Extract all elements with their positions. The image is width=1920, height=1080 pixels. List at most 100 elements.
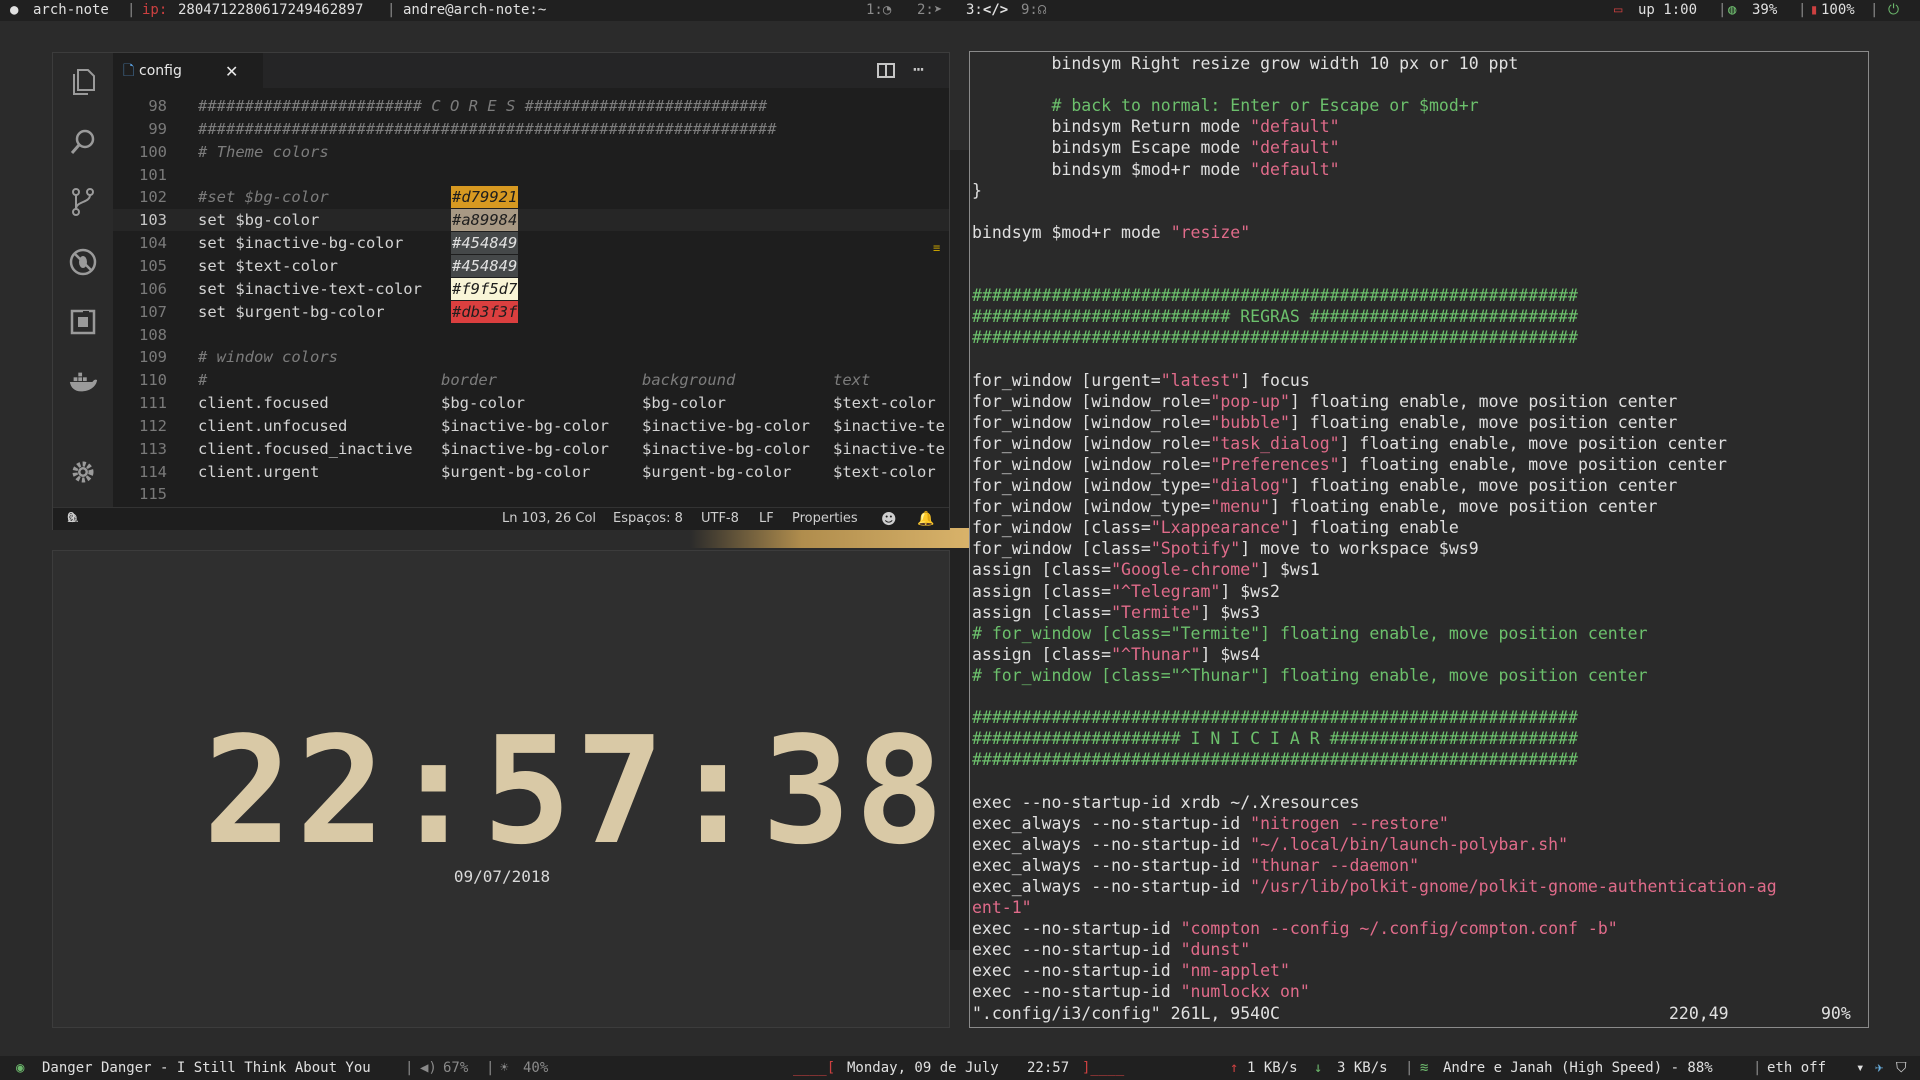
vim-terminal[interactable]: bindsym Right resize grow width 10 px or… [969, 51, 1869, 1028]
vim-token: "Spotify" [1150, 539, 1241, 559]
brightness-icon: ☀ [500, 1060, 509, 1076]
settings-gear-icon[interactable] [68, 457, 98, 487]
now-playing[interactable]: Danger Danger - I Still Think About You [42, 1056, 371, 1080]
vim-line: assign [class="Termite"] $ws3 [972, 602, 1260, 623]
vim-token: "dialog" [1210, 476, 1290, 495]
color-swatch: #a89984 [451, 209, 519, 232]
ip-value: 2804712280617249462897 [178, 2, 364, 18]
color-swatch: #454849 [451, 254, 519, 277]
vim-line: ########################## REGRAS ######… [972, 306, 1578, 327]
tray-telegram-icon[interactable]: ✈ [1875, 1056, 1883, 1080]
cpu-usage: 39% [1752, 2, 1778, 18]
line-number: 101 [139, 165, 167, 184]
source-control-icon[interactable] [68, 187, 98, 217]
vim-token: for_window [window_type= [972, 476, 1211, 495]
power-icon[interactable]: ⏻ [1888, 0, 1899, 21]
vim-token: ########################## REGRAS ######… [972, 307, 1578, 327]
vim-token: ] floating enable, move position center [1339, 433, 1727, 453]
chrome-icon: ◔ [882, 2, 892, 18]
vim-line: # for_window [class="^Thunar"] floating … [972, 665, 1648, 686]
vim-line: for_window [urgent="latest"] focus [972, 370, 1310, 391]
vim-token: exec_always --no-startup-id [972, 834, 1251, 854]
clock-time: 22:57:38 [203, 705, 948, 877]
vim-line: for_window [window_role="bubble"] floati… [972, 412, 1677, 433]
workspace-2[interactable]: 2:➤ [917, 0, 942, 21]
language-mode[interactable]: Properties [792, 508, 858, 530]
workspace-9[interactable]: 9:☊ [1021, 0, 1046, 21]
line-number: 113 [139, 439, 167, 458]
code-line: 100 # Theme colors [113, 141, 949, 163]
tray-shield-icon[interactable]: ⛉ [1896, 1056, 1907, 1080]
scroll-marker: ≡ [933, 241, 941, 255]
clock-date: 09/07/2018 [453, 867, 551, 886]
docker-icon[interactable] [68, 367, 98, 397]
ip-label: ip: [142, 2, 168, 18]
code-text: # Theme colors [198, 142, 329, 161]
split-editor-icon[interactable] [877, 63, 895, 78]
vim-token: # for_window [class="^Thunar"] floating … [972, 665, 1648, 685]
divider: | [1870, 2, 1879, 18]
workspace-1[interactable]: 1:◔ [866, 0, 891, 21]
line-ending[interactable]: LF [759, 508, 774, 530]
wifi-network[interactable]: Andre e Janah (High Speed) - 88% [1443, 1056, 1713, 1080]
encoding[interactable]: UTF-8 [701, 508, 739, 530]
line-number: 110 [139, 371, 167, 390]
download-speed: 3 KB/s [1337, 1060, 1388, 1076]
vim-token: "nm-applet" [1180, 961, 1290, 981]
code-line: 115 [113, 483, 949, 505]
vim-token: ] move to workspace $ws9 [1240, 539, 1479, 559]
code-text: # window colors [198, 348, 338, 367]
indent-setting[interactable]: Espaços: 8 [613, 508, 683, 530]
tab-bar: 🗋 config ✕ ⋯ [113, 53, 949, 88]
line-number: 114 [139, 462, 167, 481]
vim-token: for_window [window_role= [972, 391, 1211, 411]
debug-icon[interactable] [68, 247, 98, 277]
tab-config[interactable]: 🗋 config ✕ [113, 53, 263, 88]
editor-area[interactable]: 98 ######################## C O R E S ###… [113, 95, 949, 507]
code-token: set $urgent-bg-color [198, 302, 385, 321]
volume-level[interactable]: 67% [443, 1056, 468, 1080]
code-text: set $text-color #454849 [198, 254, 519, 277]
code-column: text [833, 371, 871, 390]
tray-wifi-icon[interactable]: ▾ [1856, 1056, 1864, 1080]
vim-token: exec_always --no-startup-id [972, 855, 1251, 875]
code-text: set $bg-color #a89984 [198, 209, 519, 232]
vim-line: # back to normal: Enter or Escape or $mo… [972, 95, 1478, 116]
close-icon[interactable]: ✕ [225, 54, 238, 89]
feedback-smiley-icon[interactable]: ☻ [881, 508, 897, 530]
cursor-position[interactable]: Ln 103, 26 Col [502, 508, 596, 530]
more-actions-icon[interactable]: ⋯ [913, 55, 924, 85]
brightness-level[interactable]: 40% [523, 1056, 548, 1080]
code-icon: </> [982, 2, 1009, 18]
uptime: up 1:00 [1638, 2, 1698, 18]
code-line: 111 client.focused $bg-color $bg-color $text… [113, 392, 949, 414]
arch-icon: ● [10, 2, 19, 18]
battery-icon: ▮ [1810, 2, 1819, 18]
vim-token: ########################################… [972, 286, 1578, 306]
code-column: $urgent-bg-color [441, 462, 591, 481]
explorer-icon[interactable] [68, 67, 98, 97]
file-icon: 🗋 [123, 63, 135, 79]
code-token: set $bg-color [198, 211, 320, 230]
code-line: 106 set $inactive-text-color #f9f5d7 [113, 277, 949, 300]
top-bar: ● arch-note | ip: 2804712280617249462897… [0, 0, 1920, 21]
search-icon[interactable] [68, 127, 98, 157]
line-number: 112 [139, 416, 167, 435]
vim-token: ########################################… [972, 750, 1578, 770]
code-column: $inactive-bg-color [441, 416, 609, 435]
vim-token: exec --no-startup-id [972, 940, 1181, 960]
code-column: client.urgent [198, 462, 320, 481]
workspace-3[interactable]: 3:</> [966, 0, 1008, 21]
extensions-icon[interactable] [68, 307, 98, 337]
vim-token: "numlockx on" [1180, 982, 1310, 1002]
date: Monday, 09 de July [847, 1060, 999, 1076]
hostname: arch-note [33, 2, 109, 18]
notifications-bell-icon[interactable]: 🔔 [917, 508, 934, 530]
clock-window: 22:57:38 09/07/2018 [52, 550, 950, 1028]
vim-cursor-pos: 220,49 [1669, 1003, 1729, 1023]
vim-token: "thunar --daemon" [1250, 855, 1420, 875]
vim-line: assign [class="Google-chrome"] $ws1 [972, 559, 1320, 580]
vim-token: assign [class= [972, 581, 1112, 601]
tab-label: config [139, 63, 182, 79]
vim-token: "Preferences" [1210, 454, 1340, 474]
